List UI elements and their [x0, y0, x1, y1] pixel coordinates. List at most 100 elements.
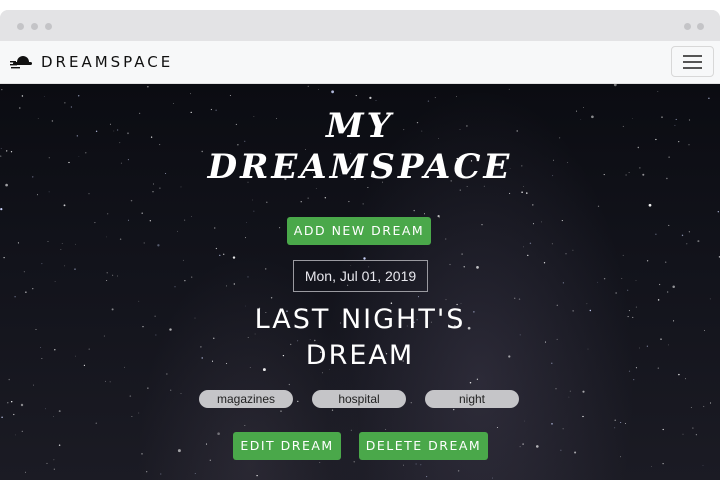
star [264, 268, 267, 270]
star [245, 237, 247, 239]
star [177, 449, 181, 453]
star [508, 88, 510, 90]
star [107, 213, 109, 215]
star [117, 275, 118, 277]
star [657, 91, 659, 93]
star [614, 427, 616, 429]
star [88, 193, 90, 195]
star [668, 224, 670, 226]
dream-tag[interactable]: hospital [312, 390, 406, 408]
star [191, 276, 193, 278]
star [41, 263, 43, 265]
star [620, 456, 621, 458]
star [247, 337, 249, 338]
star [105, 380, 106, 382]
navbar-toggle-button[interactable] [671, 46, 714, 77]
star [7, 402, 9, 404]
star [703, 405, 705, 408]
star [562, 428, 564, 430]
star [672, 285, 675, 289]
star [1, 416, 3, 419]
star [420, 464, 422, 466]
star [53, 459, 55, 461]
star [147, 86, 149, 88]
star [627, 289, 629, 291]
star [415, 463, 417, 465]
star [166, 373, 168, 375]
flying-saucer-icon[interactable] [10, 53, 32, 71]
star [21, 95, 24, 97]
star [54, 280, 56, 282]
star [15, 434, 16, 436]
star [64, 102, 66, 104]
star [119, 238, 122, 240]
dream-title-line2: DREAM [305, 340, 415, 371]
add-new-dream-button[interactable]: ADD NEW DREAM [287, 217, 431, 245]
dream-tag[interactable]: night [425, 390, 519, 408]
window-titlebar [0, 10, 720, 41]
star [633, 379, 635, 381]
star [686, 243, 688, 245]
star [423, 213, 426, 215]
star [658, 283, 661, 286]
star [43, 96, 45, 97]
star [459, 189, 461, 191]
star [574, 451, 577, 454]
star [307, 85, 309, 87]
delete-dream-button[interactable]: DELETE DREAM [359, 432, 488, 460]
star [697, 240, 700, 243]
star [58, 444, 61, 446]
star [170, 389, 172, 391]
star [10, 400, 13, 403]
star [141, 212, 143, 214]
window-dot-icon [31, 23, 38, 30]
star [247, 276, 249, 278]
dream-tag[interactable]: magazines [199, 390, 293, 408]
star [565, 253, 567, 255]
edit-dream-button[interactable]: EDIT DREAM [233, 432, 341, 460]
star [319, 462, 321, 463]
star [244, 424, 246, 427]
star [24, 471, 27, 473]
star [64, 265, 66, 267]
star [280, 410, 282, 412]
star [597, 281, 599, 283]
star [23, 271, 25, 273]
star [457, 470, 460, 472]
star [353, 461, 355, 463]
hero-section: MY DREAMSPACE ADD NEW DREAM Mon, Jul 01,… [0, 84, 720, 480]
star [324, 197, 326, 199]
star [532, 204, 534, 206]
star [318, 89, 319, 90]
star [684, 378, 686, 380]
star [514, 297, 516, 299]
star [321, 372, 323, 374]
star [246, 221, 247, 223]
star [615, 292, 617, 294]
star [173, 103, 174, 104]
star [582, 390, 585, 393]
star [622, 254, 624, 256]
star [46, 462, 48, 464]
star [130, 199, 133, 202]
star [569, 390, 571, 392]
brand-name[interactable]: DREAMSPACE [41, 53, 173, 71]
star [106, 236, 107, 238]
star [702, 465, 704, 466]
star [348, 201, 350, 203]
star [717, 211, 719, 213]
star [94, 222, 96, 224]
browser-window: DREAMSPACE MY DREAMSPACE ADD NEW DREAM M… [0, 10, 720, 480]
star [219, 254, 221, 256]
star [496, 427, 498, 428]
star [109, 381, 111, 383]
star [481, 224, 483, 226]
star [646, 260, 649, 262]
navbar: DREAMSPACE [0, 41, 720, 84]
star [174, 286, 176, 288]
star [678, 373, 680, 376]
star [95, 422, 97, 424]
star [315, 188, 317, 190]
star [362, 203, 364, 205]
star [205, 443, 208, 445]
